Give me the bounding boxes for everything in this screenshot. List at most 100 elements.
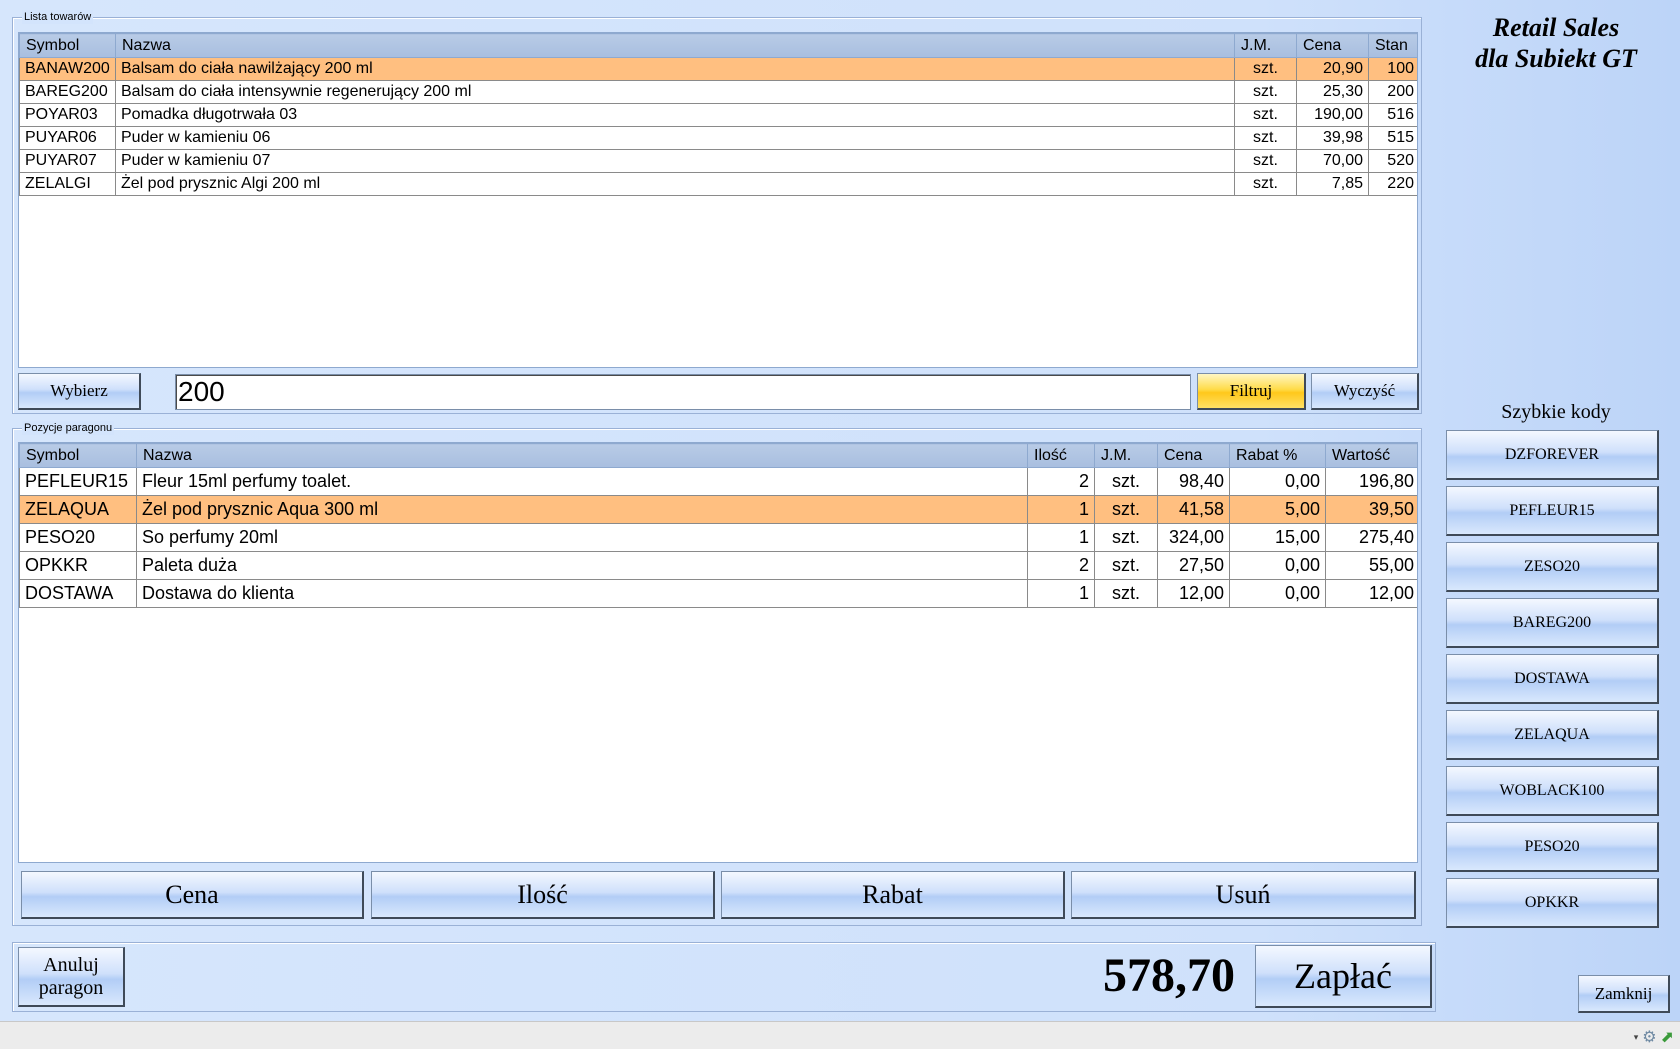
product-row[interactable]: PUYAR06 Puder w kamieniu 06 szt. 39,98 515	[19, 126, 1417, 150]
quick-code-button[interactable]: ZESO20	[1446, 542, 1659, 592]
receipt-cell-qty: 1	[1027, 523, 1095, 552]
product-cell-symbol: PUYAR06	[19, 126, 116, 150]
receipt-row[interactable]: OPKKR Paleta duża 2 szt. 27,50 0,00 55,00	[19, 551, 1417, 580]
quick-code-button[interactable]: DOSTAWA	[1446, 654, 1659, 704]
quantity-button[interactable]: Ilość	[371, 871, 715, 919]
filter-input[interactable]: 200	[175, 374, 1191, 410]
product-cell-price: 25,30	[1296, 80, 1369, 104]
quick-code-button[interactable]: ZELAQUA	[1446, 710, 1659, 760]
gear-icon[interactable]: ⚙	[1642, 1027, 1656, 1047]
product-cell-name: Balsam do ciała intensywnie regenerujący…	[115, 80, 1235, 104]
receipt-cell-price: 324,00	[1157, 523, 1230, 552]
filter-button[interactable]: Filtruj	[1197, 373, 1306, 410]
col-header-price[interactable]: Cena	[1157, 443, 1230, 468]
col-header-name[interactable]: Nazwa	[115, 33, 1235, 58]
product-cell-stock: 200	[1368, 80, 1417, 104]
receipt-cell-name: Dostawa do klienta	[136, 579, 1028, 608]
col-header-name[interactable]: Nazwa	[136, 443, 1028, 468]
receipt-row[interactable]: ZELAQUA Żel pod prysznic Aqua 300 ml 1 szt.…	[19, 495, 1417, 524]
product-cell-price: 70,00	[1296, 149, 1369, 173]
remove-button[interactable]: Usuń	[1071, 871, 1416, 919]
product-row[interactable]: PUYAR07 Puder w kamieniu 07 szt. 70,00 520	[19, 149, 1417, 173]
cancel-receipt-button[interactable]: Anuluj paragon	[18, 947, 125, 1007]
receipt-row[interactable]: PEFLEUR15 Fleur 15ml perfumy toalet. 2 szt.…	[19, 467, 1417, 496]
col-header-discount[interactable]: Rabat %	[1229, 443, 1326, 468]
products-header-row: Symbol Nazwa J.M. Cena Stan	[19, 33, 1417, 58]
col-header-value[interactable]: Wartość	[1325, 443, 1417, 468]
product-cell-stock: 515	[1368, 126, 1417, 150]
product-cell-unit: szt.	[1234, 149, 1297, 173]
receipt-cell-price: 41,58	[1157, 495, 1230, 524]
products-grid[interactable]: Symbol Nazwa J.M. Cena Stan BANAW200 Bals…	[18, 32, 1418, 368]
network-icon[interactable]: ⬈	[1661, 1027, 1674, 1047]
product-cell-name: Puder w kamieniu 06	[115, 126, 1235, 150]
product-cell-price: 190,00	[1296, 103, 1369, 127]
receipt-cell-name: Żel pod prysznic Aqua 300 ml	[136, 495, 1028, 524]
product-row[interactable]: BANAW200 Balsam do ciała nawilżający 200 …	[19, 57, 1417, 81]
receipt-cell-unit: szt.	[1094, 579, 1158, 608]
quick-code-button[interactable]: DZFOREVER	[1446, 430, 1659, 480]
receipt-cell-discount: 15,00	[1229, 523, 1326, 552]
product-row[interactable]: POYAR03 Pomadka długotrwała 03 szt. 190,00 5…	[19, 103, 1417, 127]
quick-code-button[interactable]: PEFLEUR15	[1446, 486, 1659, 536]
product-row[interactable]: ZELALGI Żel pod prysznic Algi 200 ml szt. 7…	[19, 172, 1417, 196]
receipt-cell-unit: szt.	[1094, 495, 1158, 524]
price-button[interactable]: Cena	[21, 871, 364, 919]
col-header-symbol[interactable]: Symbol	[19, 33, 116, 58]
product-cell-price: 39,98	[1296, 126, 1369, 150]
receipt-cell-symbol: DOSTAWA	[19, 579, 137, 608]
product-cell-symbol: PUYAR07	[19, 149, 116, 173]
quick-code-button[interactable]: BAREG200	[1446, 598, 1659, 648]
tray-dropdown-icon[interactable]: ▾	[1634, 1032, 1639, 1043]
col-header-stock[interactable]: Stan	[1368, 33, 1417, 58]
select-button[interactable]: Wybierz	[18, 373, 141, 410]
clear-button[interactable]: Wyczyść	[1311, 373, 1419, 410]
col-header-quantity[interactable]: Ilość	[1027, 443, 1095, 468]
product-cell-price: 20,90	[1296, 57, 1369, 81]
receipt-row[interactable]: DOSTAWA Dostawa do klienta 1 szt. 12,00 0,00 1…	[19, 579, 1417, 608]
product-cell-stock: 100	[1368, 57, 1417, 81]
app-title: Retail Sales dla Subiekt GT	[1420, 12, 1680, 74]
receipt-cell-discount: 0,00	[1229, 551, 1326, 580]
receipt-cell-symbol: OPKKR	[19, 551, 137, 580]
app-title-line2: dla Subiekt GT	[1475, 44, 1637, 73]
receipt-cell-price: 98,40	[1157, 467, 1230, 496]
product-cell-stock: 220	[1368, 172, 1417, 196]
product-row[interactable]: BAREG200 Balsam do ciała intensywnie rege…	[19, 80, 1417, 104]
receipt-cell-qty: 1	[1027, 495, 1095, 524]
quick-code-button[interactable]: PESO20	[1446, 822, 1659, 872]
product-cell-symbol: BAREG200	[19, 80, 116, 104]
col-header-price[interactable]: Cena	[1296, 33, 1369, 58]
app-title-line1: Retail Sales	[1492, 13, 1620, 42]
receipt-cell-discount: 0,00	[1229, 579, 1326, 608]
receipt-cell-price: 27,50	[1157, 551, 1230, 580]
receipt-cell-name: Paleta duża	[136, 551, 1028, 580]
receipt-cell-qty: 2	[1027, 467, 1095, 496]
receipt-cell-unit: szt.	[1094, 523, 1158, 552]
receipt-cell-unit: szt.	[1094, 467, 1158, 496]
receipt-cell-discount: 0,00	[1229, 467, 1326, 496]
cancel-receipt-line1: Anuluj	[43, 953, 99, 976]
receipt-table: Symbol Nazwa Ilość J.M. Cena Rabat % War…	[19, 443, 1417, 608]
product-cell-symbol: BANAW200	[19, 57, 116, 81]
products-group-legend: Lista towarów	[22, 10, 94, 24]
discount-button[interactable]: Rabat	[721, 871, 1065, 919]
col-header-unit[interactable]: J.M.	[1094, 443, 1158, 468]
receipt-cell-symbol: PESO20	[19, 523, 137, 552]
receipt-cell-discount: 5,00	[1229, 495, 1326, 524]
receipt-row[interactable]: PESO20 So perfumy 20ml 1 szt. 324,00 15,00 275…	[19, 523, 1417, 552]
quick-code-button[interactable]: WOBLACK100	[1446, 766, 1659, 816]
product-cell-unit: szt.	[1234, 103, 1297, 127]
receipt-grid[interactable]: Symbol Nazwa Ilość J.M. Cena Rabat % War…	[18, 442, 1418, 863]
col-header-unit[interactable]: J.M.	[1234, 33, 1297, 58]
receipt-cell-qty: 1	[1027, 579, 1095, 608]
product-cell-symbol: ZELALGI	[19, 172, 116, 196]
pay-button[interactable]: Zapłać	[1255, 945, 1432, 1008]
receipt-cell-value: 39,50	[1325, 495, 1417, 524]
col-header-symbol[interactable]: Symbol	[19, 443, 137, 468]
close-button[interactable]: Zamknij	[1578, 975, 1670, 1013]
receipt-cell-name: So perfumy 20ml	[136, 523, 1028, 552]
receipt-group-legend: Pozycje paragonu	[22, 421, 115, 435]
quick-code-button[interactable]: OPKKR	[1446, 878, 1659, 928]
product-cell-unit: szt.	[1234, 57, 1297, 81]
